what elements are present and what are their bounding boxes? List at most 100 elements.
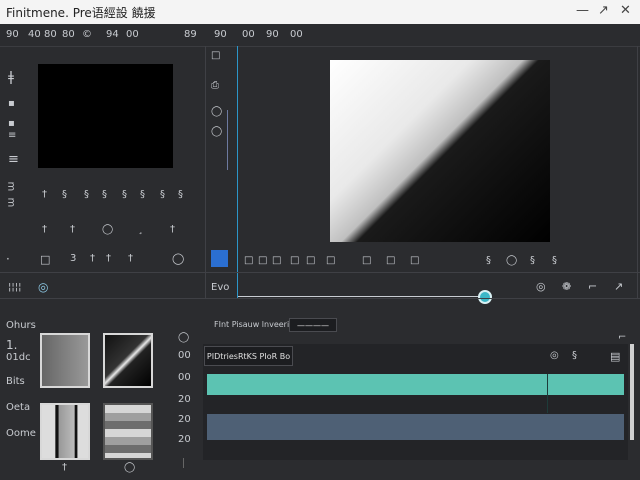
tool-icon[interactable]: ◯ bbox=[211, 126, 222, 137]
bin-tool-icon[interactable]: ◯ bbox=[178, 332, 189, 343]
transport-icon[interactable]: § bbox=[62, 189, 67, 200]
monitor-tool-icon[interactable]: □ bbox=[410, 255, 419, 266]
tool-icon[interactable]: ◯ bbox=[211, 106, 222, 117]
tab-icon[interactable]: ◎ bbox=[38, 280, 48, 294]
monitor-tool-icon[interactable]: □ bbox=[258, 255, 267, 266]
link-icon[interactable]: ⌐ bbox=[588, 280, 597, 293]
panel-divider bbox=[637, 46, 638, 298]
monitor-tool-icon[interactable]: □ bbox=[272, 255, 281, 266]
clip-thumbnail[interactable] bbox=[103, 333, 153, 388]
transport-icon[interactable]: † bbox=[42, 189, 47, 200]
clip-thumbnail[interactable] bbox=[103, 403, 153, 460]
tick bbox=[183, 458, 184, 468]
bin-tool-icon[interactable]: 00 bbox=[178, 350, 191, 361]
menu-item-1[interactable]: 90 bbox=[6, 29, 19, 40]
marker-icon[interactable]: † bbox=[170, 224, 175, 235]
bin-tool-icon[interactable]: 00 bbox=[178, 372, 191, 383]
vertical-scrollbar[interactable] bbox=[630, 344, 634, 440]
bin-tool-icon[interactable]: 20 bbox=[178, 434, 191, 445]
tool-icon[interactable]: ≡ bbox=[8, 152, 19, 167]
menu-item-11[interactable]: 90 bbox=[266, 29, 279, 40]
monitor-tool-icon[interactable]: □ bbox=[386, 255, 395, 266]
panel-tab[interactable]: ¦¦¦¦ bbox=[8, 282, 21, 293]
playback-icon[interactable]: 3 bbox=[70, 253, 76, 264]
bin-label: Oeta bbox=[6, 402, 31, 413]
playback-icon[interactable]: □ bbox=[40, 253, 50, 266]
active-tool-button[interactable] bbox=[211, 250, 228, 267]
playback-icon[interactable]: † bbox=[128, 253, 133, 264]
transport-icon[interactable]: § bbox=[84, 189, 89, 200]
transport-icon[interactable]: § bbox=[178, 189, 183, 200]
track-header-button[interactable]: PIDtriesRtKS PIoR Bo bbox=[204, 346, 293, 366]
timeline-header-button[interactable]: ———— bbox=[289, 318, 337, 332]
playback-icon[interactable]: ◯ bbox=[172, 252, 184, 265]
target-icon[interactable]: ◎ bbox=[536, 280, 546, 293]
tool-icon[interactable]: ▪ bbox=[8, 118, 15, 129]
menu-item-10[interactable]: 00 bbox=[242, 29, 255, 40]
track-folder-icon[interactable]: ▤ bbox=[610, 350, 620, 363]
marker-icon[interactable]: ¸ bbox=[138, 224, 143, 235]
panel-divider bbox=[0, 272, 640, 273]
playback-icon[interactable]: † bbox=[106, 253, 111, 264]
monitor-tool-icon[interactable]: ◯ bbox=[506, 255, 517, 266]
tool-icon[interactable]: □ bbox=[211, 50, 220, 61]
menu-item-6[interactable]: 94 bbox=[106, 29, 119, 40]
monitor-tool-icon[interactable]: § bbox=[486, 255, 491, 266]
menu-bar bbox=[0, 24, 640, 47]
clip-thumbnail[interactable] bbox=[40, 403, 90, 460]
maximize-button[interactable]: ↗ bbox=[598, 3, 609, 18]
menu-item-7[interactable]: 00 bbox=[126, 29, 139, 40]
transport-icon[interactable]: § bbox=[122, 189, 127, 200]
transport-icon[interactable]: § bbox=[160, 189, 165, 200]
monitor-tool-icon[interactable]: □ bbox=[244, 255, 253, 266]
bin-tool-icon[interactable]: 20 bbox=[178, 394, 191, 405]
monitor-tool-icon[interactable]: □ bbox=[306, 255, 315, 266]
playhead-handle[interactable] bbox=[478, 290, 492, 304]
tool-icon[interactable]: ᴟ bbox=[8, 180, 14, 191]
transport-icon[interactable]: § bbox=[140, 189, 145, 200]
tool-icon[interactable]: ▪ bbox=[8, 98, 15, 109]
bin-label: Ohurs bbox=[6, 320, 36, 331]
marker-icon[interactable]: † bbox=[42, 224, 47, 235]
scrub-bar[interactable] bbox=[238, 296, 486, 297]
bin-label: Oome bbox=[6, 428, 36, 439]
monitor-tool-icon[interactable]: □ bbox=[326, 255, 335, 266]
monitor-tool-icon[interactable]: □ bbox=[290, 255, 299, 266]
audio-clip[interactable] bbox=[207, 414, 624, 440]
timeline-title: FInt Pisauw lnveeris bbox=[214, 320, 294, 329]
close-button[interactable]: ✕ bbox=[620, 3, 631, 18]
time-label: Evo bbox=[211, 282, 230, 293]
video-clip[interactable] bbox=[207, 374, 624, 395]
menu-item-4[interactable]: 80 bbox=[62, 29, 75, 40]
tool-icon[interactable]: ⎙ bbox=[211, 80, 219, 91]
track-icon[interactable]: ◎ bbox=[550, 350, 559, 361]
effect-icon[interactable]: ❁ bbox=[562, 280, 571, 293]
marker-icon[interactable]: ◯ bbox=[102, 224, 113, 235]
bin-tool-icon[interactable]: 20 bbox=[178, 414, 191, 425]
source-monitor[interactable] bbox=[38, 64, 173, 168]
menu-item-2[interactable]: 40 bbox=[28, 29, 41, 40]
menu-item-12[interactable]: 00 bbox=[290, 29, 303, 40]
tool-select-icon[interactable]: ǂ bbox=[8, 70, 14, 85]
monitor-tool-icon[interactable]: § bbox=[552, 255, 557, 266]
menu-item-5[interactable]: © bbox=[82, 29, 92, 40]
panel-icon[interactable]: · bbox=[6, 252, 10, 266]
menu-item-8[interactable]: 89 bbox=[184, 29, 197, 40]
track-icon[interactable]: § bbox=[572, 350, 577, 361]
transport-icon[interactable]: § bbox=[102, 189, 107, 200]
marker-line bbox=[227, 110, 228, 170]
program-monitor[interactable] bbox=[330, 60, 550, 242]
tool-icon[interactable]: ≡ bbox=[8, 130, 16, 141]
window-title: Finitmene. Pre语經設 饒援 bbox=[6, 6, 156, 20]
export-icon[interactable]: ↗ bbox=[614, 280, 623, 293]
minimize-button[interactable]: — bbox=[576, 3, 589, 18]
menu-item-3[interactable]: 80 bbox=[44, 29, 57, 40]
tool-icon[interactable]: ᴟ bbox=[8, 196, 14, 207]
monitor-tool-icon[interactable]: § bbox=[530, 255, 535, 266]
playback-icon[interactable]: † bbox=[90, 253, 95, 264]
help-icon[interactable]: ⌐ bbox=[618, 332, 626, 343]
menu-item-9[interactable]: 90 bbox=[214, 29, 227, 40]
marker-icon[interactable]: † bbox=[70, 224, 75, 235]
clip-thumbnail[interactable] bbox=[40, 333, 90, 388]
monitor-tool-icon[interactable]: □ bbox=[362, 255, 371, 266]
